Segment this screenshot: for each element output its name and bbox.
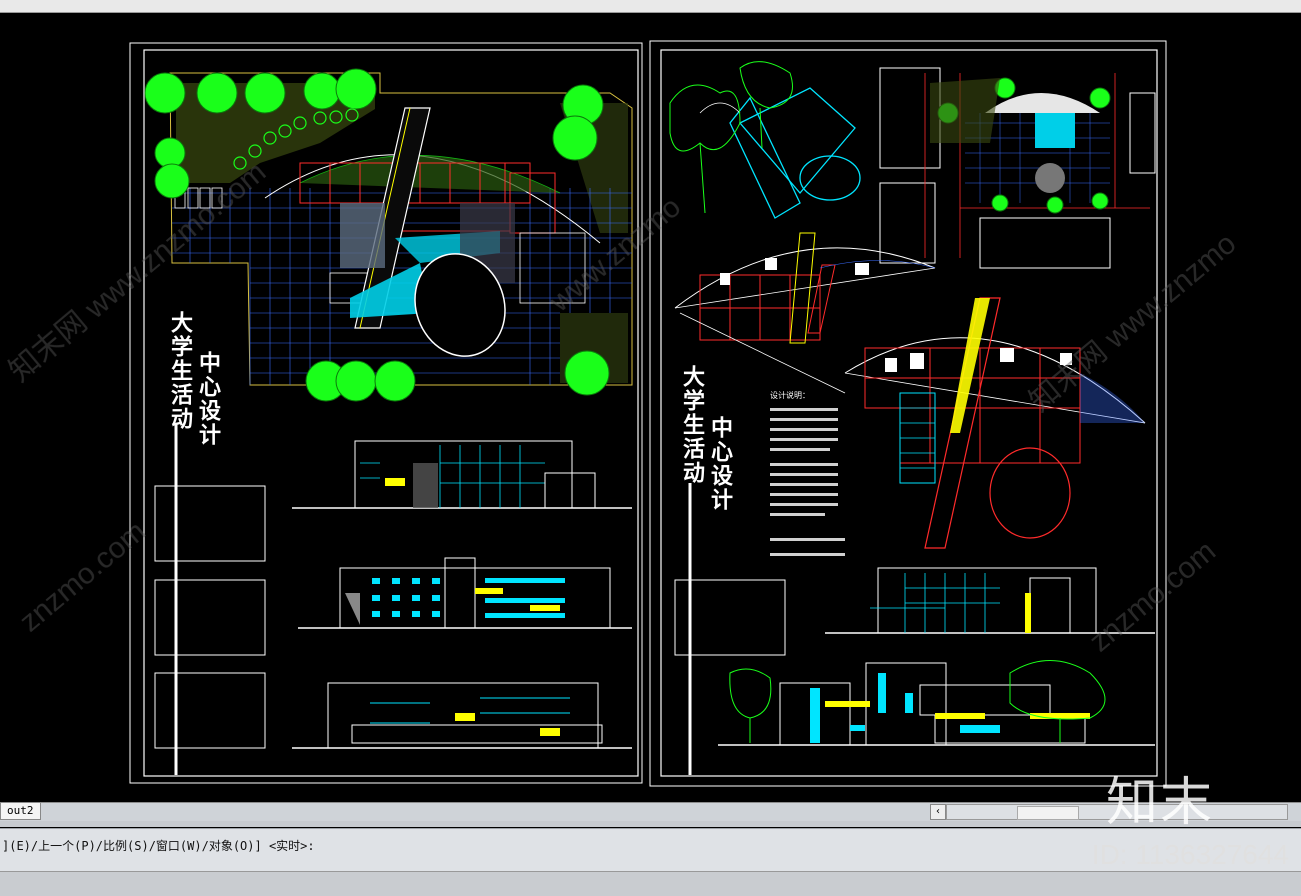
command-prompt-text: ](E)/上一个(P)/比例(S)/窗口(W)/对象(O)] <实时>: <box>2 839 315 853</box>
right-floor-plan-2 <box>679 297 1146 549</box>
top-toolbar-strip <box>0 0 1301 13</box>
scroll-thumb[interactable] <box>1017 806 1079 820</box>
svg-text:知末网 www.znzmo.com: 知末网 www.znzmo.com <box>3 155 272 388</box>
right-sheet: 大学生活动 中心设计 设计说明： <box>649 40 1167 787</box>
cad-drawing: 大学生活动 中心设计 大学生活动 中心设计 设计说明： 知末网 www.znzm… <box>3 40 1242 787</box>
notes-title: 设计说明： <box>770 390 810 400</box>
left-title-1: 大学生活动 <box>167 311 193 431</box>
layout-tab[interactable]: out2 <box>0 803 41 820</box>
svg-text:znzmo.com: znzmo.com <box>13 514 152 638</box>
left-elevation-1 <box>292 440 632 509</box>
right-elevation-2 <box>718 660 1155 746</box>
left-section <box>292 682 632 749</box>
watermark-id: ID: 1136327644 <box>1091 839 1289 870</box>
svg-text:知末网 www.znzmo: 知末网 www.znzmo <box>1023 227 1242 418</box>
right-title-2: 中心设计 <box>707 416 733 512</box>
status-bar <box>0 871 1301 896</box>
left-elevation-2 <box>298 557 632 629</box>
right-site-plan <box>879 67 1156 269</box>
left-title-2: 中心设计 <box>195 351 221 447</box>
svg-text:znzmo.com: znzmo.com <box>1083 534 1222 658</box>
drawing-canvas[interactable]: 大学生活动 中心设计 大学生活动 中心设计 设计说明： 知末网 www.znzm… <box>0 13 1301 802</box>
scroll-left-arrow-icon[interactable]: ‹ <box>930 804 946 820</box>
left-sheet: 大学生活动 中心设计 <box>129 42 643 784</box>
watermark-logo: 知末 <box>1106 773 1215 833</box>
right-title-1: 大学生活动 <box>679 365 705 485</box>
right-floor-plan-1 <box>674 232 936 344</box>
